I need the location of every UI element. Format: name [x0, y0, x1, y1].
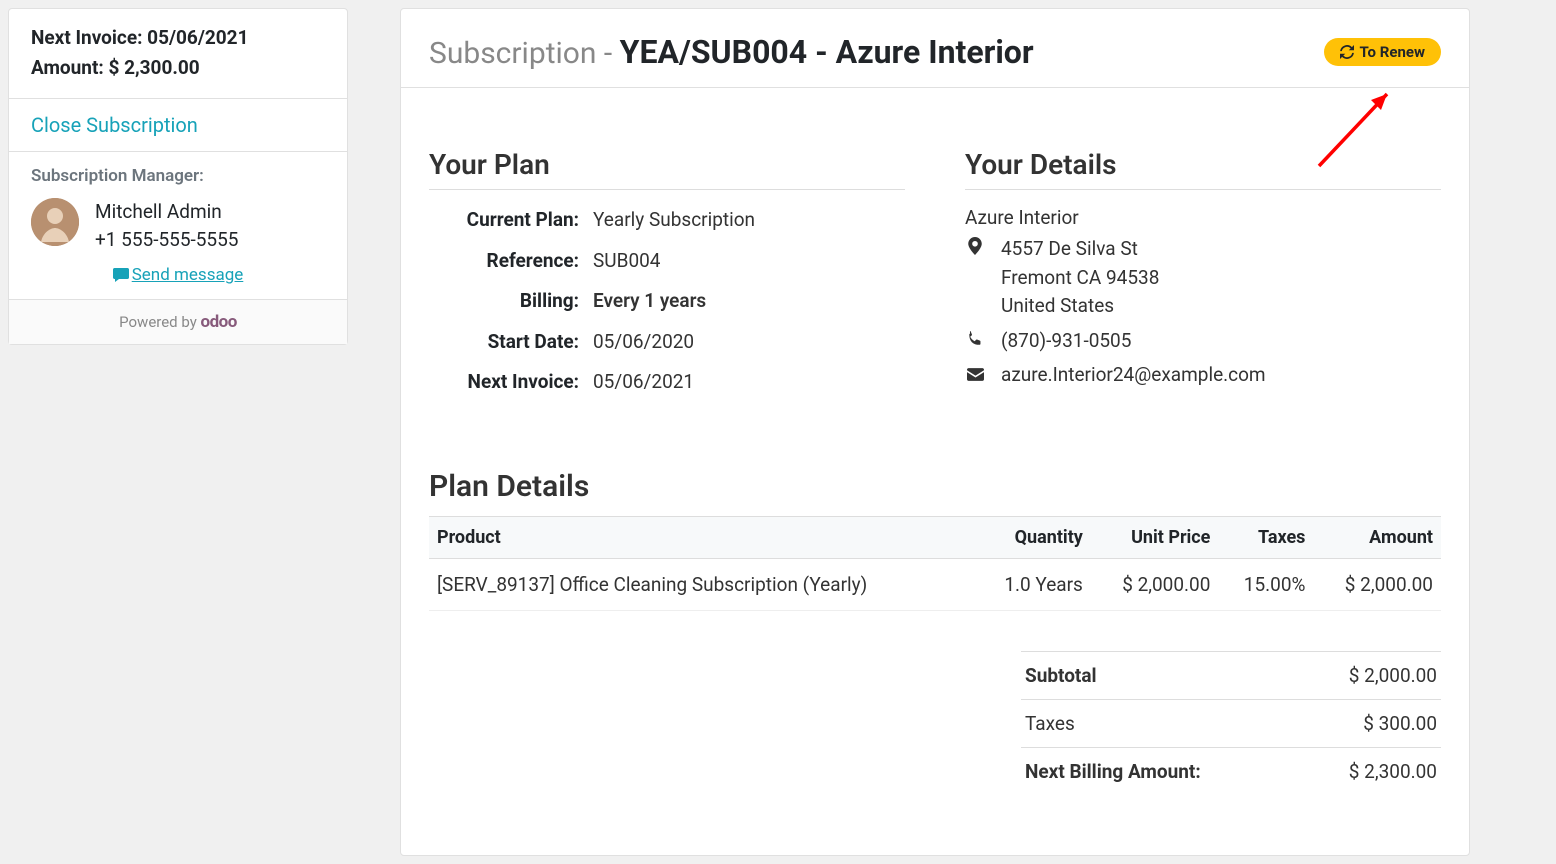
status-badge-label: To Renew [1360, 43, 1425, 61]
close-subscription-block: Close Subscription [9, 99, 347, 152]
title-prefix: Subscription - [429, 36, 620, 71]
map-marker-icon [965, 235, 985, 264]
col-product: Product [429, 516, 975, 558]
title-row: Subscription - YEA/SUB004 - Azure Interi… [401, 9, 1469, 88]
send-message-link[interactable]: Send message [31, 265, 325, 285]
reference-value: SUB004 [593, 247, 660, 276]
lines-table: Product Quantity Unit Price Taxes Amount… [429, 516, 1441, 611]
col-taxes: Taxes [1218, 516, 1313, 558]
plan-details-heading: Plan Details [429, 469, 1441, 504]
current-plan-label: Current Plan: [429, 206, 579, 235]
your-details-section: Your Details Azure Interior 4557 De Silv… [965, 148, 1441, 409]
next-invoice-label: Next Invoice: [31, 26, 147, 49]
current-plan-value: Yearly Subscription [593, 206, 755, 235]
your-plan-heading: Your Plan [429, 148, 905, 190]
taxes-value: $ 300.00 [1363, 712, 1437, 735]
next-invoice-date: 05/06/2021 [147, 26, 248, 49]
next-invoice-label-main: Next Invoice: [429, 368, 579, 397]
cell-amount: $ 2,000.00 [1313, 558, 1441, 610]
start-date-label: Start Date: [429, 328, 579, 357]
refresh-icon [1340, 45, 1354, 59]
billing-value: Every 1 years [593, 287, 706, 316]
totals-block: Subtotal $ 2,000.00 Taxes $ 300.00 Next … [1021, 651, 1441, 795]
your-details-heading: Your Details [965, 148, 1441, 190]
envelope-icon [965, 361, 985, 390]
col-unit-price: Unit Price [1091, 516, 1219, 558]
powered-by-label: Powered by [119, 313, 200, 331]
cell-product: [SERV_89137] Office Cleaning Subscriptio… [429, 558, 975, 610]
company-name: Azure Interior [965, 206, 1441, 229]
comment-icon [113, 268, 129, 282]
subtotal-value: $ 2,000.00 [1349, 664, 1437, 687]
col-amount: Amount [1313, 516, 1441, 558]
sidebar: Next Invoice: 05/06/2021 Amount: $ 2,300… [8, 8, 348, 345]
status-badge-to-renew: To Renew [1324, 38, 1441, 66]
table-row: [SERV_89137] Office Cleaning Subscriptio… [429, 558, 1441, 610]
phone-icon [965, 327, 985, 356]
page-title: Subscription - YEA/SUB004 - Azure Interi… [429, 33, 1034, 71]
send-message-label: Send message [132, 265, 244, 285]
email-value: azure.Interior24@example.com [1001, 361, 1266, 390]
cell-unit-price: $ 2,000.00 [1091, 558, 1219, 610]
col-quantity: Quantity [975, 516, 1091, 558]
start-date-value: 05/06/2020 [593, 328, 694, 357]
address-line1: 4557 De Silva St [1001, 235, 1159, 264]
your-plan-section: Your Plan Current Plan: Yearly Subscripti… [429, 148, 905, 409]
title-main: YEA/SUB004 - Azure Interior [620, 33, 1034, 71]
subtotal-label: Subtotal [1025, 664, 1097, 687]
cell-quantity: 1.0 Years [975, 558, 1091, 610]
manager-phone: +1 555-555-5555 [95, 226, 238, 255]
cell-taxes: 15.00% [1218, 558, 1313, 610]
invoice-summary-block: Next Invoice: 05/06/2021 Amount: $ 2,300… [9, 9, 347, 99]
manager-label: Subscription Manager: [31, 166, 325, 186]
taxes-label: Taxes [1025, 712, 1075, 735]
plan-details-section: Plan Details Product Quantity Unit Price… [429, 469, 1441, 795]
amount-value: $ 2,300.00 [108, 56, 199, 79]
next-billing-value: $ 2,300.00 [1349, 760, 1437, 783]
address-line3: United States [1001, 292, 1159, 321]
amount-label: Amount: [31, 56, 108, 79]
next-invoice-value-main: 05/06/2021 [593, 368, 694, 397]
manager-block: Subscription Manager: Mitchell Admin +1 … [9, 152, 347, 300]
reference-label: Reference: [429, 247, 579, 276]
address-line2: Fremont CA 94538 [1001, 264, 1159, 293]
amount-line: Amount: $ 2,300.00 [31, 53, 325, 83]
powered-by-brand[interactable]: odoo [201, 312, 237, 332]
main-panel: Subscription - YEA/SUB004 - Azure Interi… [400, 8, 1470, 856]
avatar [31, 198, 79, 246]
next-invoice-line: Next Invoice: 05/06/2021 [31, 23, 325, 53]
close-subscription-link[interactable]: Close Subscription [31, 113, 198, 137]
address-block: 4557 De Silva St Fremont CA 94538 United… [1001, 235, 1159, 321]
next-billing-label: Next Billing Amount: [1025, 760, 1201, 783]
billing-label: Billing: [429, 287, 579, 316]
powered-by-block: Powered by odoo [9, 300, 347, 344]
manager-name: Mitchell Admin [95, 198, 238, 227]
phone-value: (870)-931-0505 [1001, 327, 1131, 356]
